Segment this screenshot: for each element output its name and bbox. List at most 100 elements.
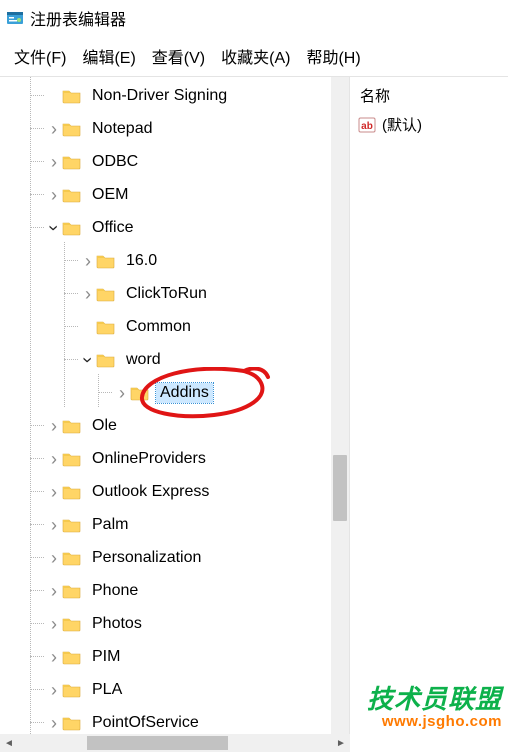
tree-item-label[interactable]: word	[122, 350, 165, 370]
folder-icon	[62, 616, 82, 632]
menu-file[interactable]: 文件(F)	[8, 42, 72, 70]
folder-icon	[130, 385, 150, 401]
tree-item-label[interactable]: OEM	[88, 185, 132, 205]
expander-closed-icon[interactable]: ›	[46, 582, 62, 600]
expander-closed-icon[interactable]: ›	[46, 153, 62, 171]
expander-closed-icon[interactable]: ›	[114, 384, 130, 402]
expander-open-icon[interactable]: ›	[46, 219, 62, 237]
tree-item-label[interactable]: 16.0	[122, 251, 161, 271]
expander-closed-icon[interactable]: ›	[46, 681, 62, 699]
tree-item-photos[interactable]: › Photos	[0, 607, 349, 640]
menu-help[interactable]: 帮助(H)	[300, 42, 366, 70]
expander-closed-icon[interactable]: ›	[46, 450, 62, 468]
tree-item-clicktorun[interactable]: › ClickToRun	[0, 277, 349, 310]
folder-icon	[62, 88, 82, 104]
folder-icon	[62, 583, 82, 599]
tree-item-common[interactable]: Common	[0, 310, 349, 343]
menu-edit[interactable]: 编辑(E)	[76, 42, 141, 70]
tree-item-label[interactable]: Palm	[88, 515, 132, 535]
tree-item-label[interactable]: Personalization	[88, 548, 205, 568]
folder-icon	[96, 286, 116, 302]
tree-item-label[interactable]: PointOfService	[88, 713, 203, 733]
vertical-scrollbar[interactable]	[331, 77, 349, 752]
expander-closed-icon[interactable]: ›	[46, 483, 62, 501]
tree-item-label[interactable]: Common	[122, 317, 195, 337]
folder-icon	[62, 649, 82, 665]
folder-icon	[62, 682, 82, 698]
app-title: 注册表编辑器	[30, 6, 126, 30]
tree-item-notepad[interactable]: › Notepad	[0, 112, 349, 145]
expander-closed-icon[interactable]: ›	[80, 285, 96, 303]
app-icon	[6, 9, 24, 27]
menubar: 文件(F) 编辑(E) 查看(V) 收藏夹(A) 帮助(H)	[0, 40, 508, 76]
svg-text:ab: ab	[361, 121, 373, 132]
tree-item-office[interactable]: › Office	[0, 211, 349, 244]
folder-icon	[62, 451, 82, 467]
value-string-icon: ab	[358, 116, 376, 134]
tree-item-label[interactable]: Notepad	[88, 119, 157, 139]
folder-icon	[62, 517, 82, 533]
tree-item-label[interactable]: Phone	[88, 581, 142, 601]
tree-item-oem[interactable]: › OEM	[0, 178, 349, 211]
tree-item-pla[interactable]: › PLA	[0, 673, 349, 706]
tree-item-pim[interactable]: › PIM	[0, 640, 349, 673]
hscroll-left-arrow[interactable]: ◄	[0, 734, 18, 752]
watermark-line1: 技术员联盟	[367, 685, 502, 714]
folder-icon	[62, 715, 82, 731]
tree-item-label[interactable]: Ole	[88, 416, 121, 436]
values-header-name[interactable]: 名称	[358, 81, 500, 112]
value-name: (默认)	[382, 114, 422, 135]
tree-item-label[interactable]: PIM	[88, 647, 124, 667]
folder-icon	[96, 319, 116, 335]
expander-closed-icon[interactable]: ›	[46, 417, 62, 435]
content: Non-Driver Signing › Notepad › ODBC › OEM › Offi…	[0, 76, 508, 752]
tree-item-label[interactable]: Outlook Express	[88, 482, 213, 502]
hscroll-thumb[interactable]	[87, 736, 228, 750]
watermark: 技术员联盟 www.jsgho.com	[367, 685, 502, 730]
value-row[interactable]: ab (默认)	[358, 112, 500, 137]
tree-item-addins[interactable]: › Addins	[0, 376, 349, 409]
expander-closed-icon[interactable]: ›	[46, 516, 62, 534]
folder-icon	[62, 154, 82, 170]
folder-icon	[62, 484, 82, 500]
tree-item-label[interactable]: Photos	[88, 614, 146, 634]
hscroll-right-arrow[interactable]: ►	[332, 734, 350, 752]
tree-item-non-driver-signing[interactable]: Non-Driver Signing	[0, 79, 349, 112]
hscroll-track[interactable]	[18, 734, 332, 752]
expander-closed-icon[interactable]: ›	[80, 252, 96, 270]
tree-item-label[interactable]: ODBC	[88, 152, 142, 172]
tree-item-label[interactable]: Office	[88, 218, 138, 238]
values-pane: 名称 ab (默认)	[350, 77, 508, 752]
expander-closed-icon[interactable]: ›	[46, 120, 62, 138]
watermark-line2: www.jsgho.com	[367, 714, 502, 731]
expander-closed-icon[interactable]: ›	[46, 714, 62, 732]
expander-closed-icon[interactable]: ›	[46, 186, 62, 204]
tree-item-onlineproviders[interactable]: › OnlineProviders	[0, 442, 349, 475]
tree-item-16-0[interactable]: › 16.0	[0, 244, 349, 277]
folder-icon	[62, 220, 82, 236]
tree-item-label[interactable]: OnlineProviders	[88, 449, 210, 469]
tree[interactable]: Non-Driver Signing › Notepad › ODBC › OEM › Offi…	[0, 77, 349, 752]
tree-item-odbc[interactable]: › ODBC	[0, 145, 349, 178]
tree-item-label[interactable]: ClickToRun	[122, 284, 211, 304]
tree-pane: Non-Driver Signing › Notepad › ODBC › OEM › Offi…	[0, 77, 350, 752]
expander-closed-icon[interactable]: ›	[46, 648, 62, 666]
titlebar: 注册表编辑器	[0, 0, 508, 40]
menu-view[interactable]: 查看(V)	[146, 42, 211, 70]
tree-item-outlook-express[interactable]: › Outlook Express	[0, 475, 349, 508]
tree-item-personalization[interactable]: › Personalization	[0, 541, 349, 574]
tree-item-label[interactable]: Non-Driver Signing	[88, 86, 231, 106]
tree-item-palm[interactable]: › Palm	[0, 508, 349, 541]
folder-icon	[62, 187, 82, 203]
menu-favorites[interactable]: 收藏夹(A)	[215, 42, 296, 70]
tree-item-phone[interactable]: › Phone	[0, 574, 349, 607]
expander-open-icon[interactable]: ›	[80, 351, 96, 369]
expander-closed-icon[interactable]: ›	[46, 615, 62, 633]
tree-item-label[interactable]: Addins	[156, 383, 213, 403]
horizontal-scrollbar[interactable]: ◄ ►	[0, 734, 350, 752]
tree-item-label[interactable]: PLA	[88, 680, 126, 700]
expander-closed-icon[interactable]: ›	[46, 549, 62, 567]
tree-item-word[interactable]: › word	[0, 343, 349, 376]
tree-item-ole[interactable]: › Ole	[0, 409, 349, 442]
vertical-scrollbar-thumb[interactable]	[333, 455, 347, 521]
